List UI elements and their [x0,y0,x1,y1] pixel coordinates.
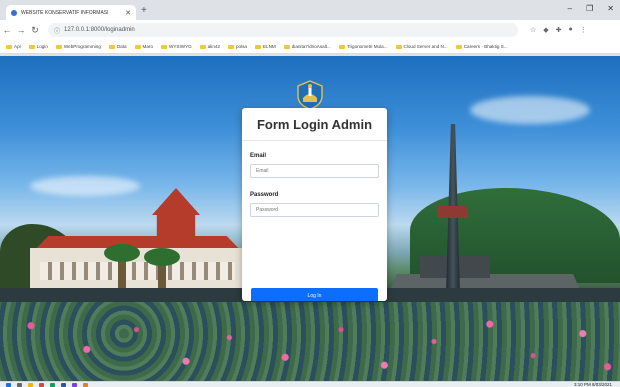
page-viewport: Form Login Admin Email Password Log In [0,56,620,381]
bookmark-label: Data [116,44,127,49]
login-card: Form Login Admin Email Password Log In [242,108,387,301]
cloud [30,176,140,196]
folder-icon [228,44,234,49]
minimize-button[interactable]: – [568,4,572,13]
clock[interactable]: 3:10 PM 8/03/2021 [574,382,612,387]
site-icon [455,44,462,49]
bookmark-item[interactable]: Trigonometri Mula... [338,44,388,49]
start-icon[interactable] [6,382,11,387]
bookmark-label: Apl [14,44,21,49]
tab-title: WEBSITE KONSERVATIF INFORMASI [21,9,109,16]
login-title: Form Login Admin [242,108,387,141]
folder-icon [28,44,35,49]
palm-tree [144,248,180,266]
maximize-button[interactable]: ❐ [586,4,593,13]
bookmark-label: polsa [236,44,247,49]
globe-icon [11,9,17,16]
chrome-icon[interactable] [39,382,44,387]
address-text: 127.0.0.1:8000/loginadmin [64,27,135,33]
bookmark-item[interactable]: Cloud Server and N... [395,44,448,49]
bookmark-item[interactable]: Data [108,44,127,49]
back-icon[interactable]: ← [0,25,14,35]
close-window-button[interactable]: ✕ [607,4,614,13]
building-windows [40,262,235,280]
tab-strip: WEBSITE KONSERVATIF INFORMASI ✕ + – ❐ ✕ [0,0,620,20]
folder-icon[interactable] [28,382,33,387]
bookmark-label: WYSIWYG [169,44,192,49]
palm-tree [104,244,140,262]
toolbar-icons: ☆ ◆ ✚ ● ⋮ [530,26,587,34]
clock-date: 8/03/2021 [591,382,612,387]
taskbar: 3:10 PM 8/03/2021 [0,381,620,387]
bookmark-item[interactable]: WYSIWYG [161,44,192,49]
app-icon[interactable] [61,382,66,387]
email-label: Email [250,153,267,159]
grid-icon [6,44,12,49]
bookmarks-bar: Apl Login WebProgramming Data Maro WYSIW… [0,40,620,54]
bookmark-item[interactable]: polsa [228,44,247,49]
address-bar[interactable]: ⓘ 127.0.0.1:8000/loginadmin [48,23,518,37]
profile-icon[interactable]: ● [569,26,573,34]
app-icon[interactable] [72,382,77,387]
bookmark-label: WebProgramming [63,44,101,49]
password-field[interactable] [250,203,379,217]
menu-icon[interactable]: ⋮ [580,26,587,34]
bookmark-item[interactable]: WebProgramming [55,44,101,49]
extensions-icon[interactable]: ◆ [543,26,548,34]
bookmark-label: Cloud Server and N... [403,44,448,49]
cloud [470,96,590,124]
search-icon[interactable] [17,382,22,387]
bookmark-label: Login [36,44,48,49]
info-icon[interactable]: ⓘ [54,26,60,35]
puzzle-icon[interactable]: ✚ [556,26,562,34]
site-icon [338,44,345,49]
close-tab-icon[interactable]: ✕ [125,9,131,17]
bookmark-label: ELNM [262,44,276,49]
bookmark-item[interactable]: ELNM [254,44,276,49]
app-icon[interactable] [50,382,55,387]
bookmark-item[interactable]: Login [28,44,48,49]
window-controls: – ❐ ✕ [568,4,614,13]
browser-toolbar: ← → ↻ ⓘ 127.0.0.1:8000/loginadmin ☆ ◆ ✚ … [0,20,620,40]
bookmark-item[interactable]: dianita7/dnoAsalt... [283,44,331,49]
password-label: Password [250,192,279,198]
bookmark-item[interactable]: Maro [134,44,154,49]
monument-band [438,206,468,218]
bookmark-label: Careers - Bhaktig S... [463,44,508,49]
clock-time: 3:10 PM [573,382,591,387]
bookmark-item[interactable]: Careers - Bhaktig S... [455,44,508,49]
browser-chrome: WEBSITE KONSERVATIF INFORMASI ✕ + – ❐ ✕ … [0,0,620,56]
app-icon[interactable] [83,382,88,387]
star-icon[interactable]: ☆ [530,26,536,34]
browser-tab[interactable]: WEBSITE KONSERVATIF INFORMASI ✕ [6,5,136,20]
bookmark-label: Maro [142,44,154,49]
university-logo-icon [297,80,323,110]
login-form: Email Password [242,141,387,223]
bookmark-item[interactable]: alin42 [199,44,220,49]
folder-icon [161,44,168,49]
folder-icon [199,44,206,49]
forward-icon[interactable]: → [14,25,28,35]
folder-icon [108,44,115,49]
folder-icon [55,44,62,49]
email-field[interactable] [250,164,379,178]
folder-icon [254,44,261,49]
lotus-pond [0,302,620,381]
login-button[interactable]: Log In [251,288,378,301]
bookmark-label: dianita7/dnoAsalt... [291,44,331,49]
bookmark-label: Trigonometri Mula... [346,44,388,49]
reload-icon[interactable]: ↻ [28,25,42,36]
folder-icon [134,44,141,49]
github-icon [283,44,290,49]
bookmark-item[interactable]: Apl [6,44,21,49]
site-icon [395,44,402,49]
bookmark-label: alin42 [207,44,220,49]
new-tab-button[interactable]: + [141,5,147,17]
